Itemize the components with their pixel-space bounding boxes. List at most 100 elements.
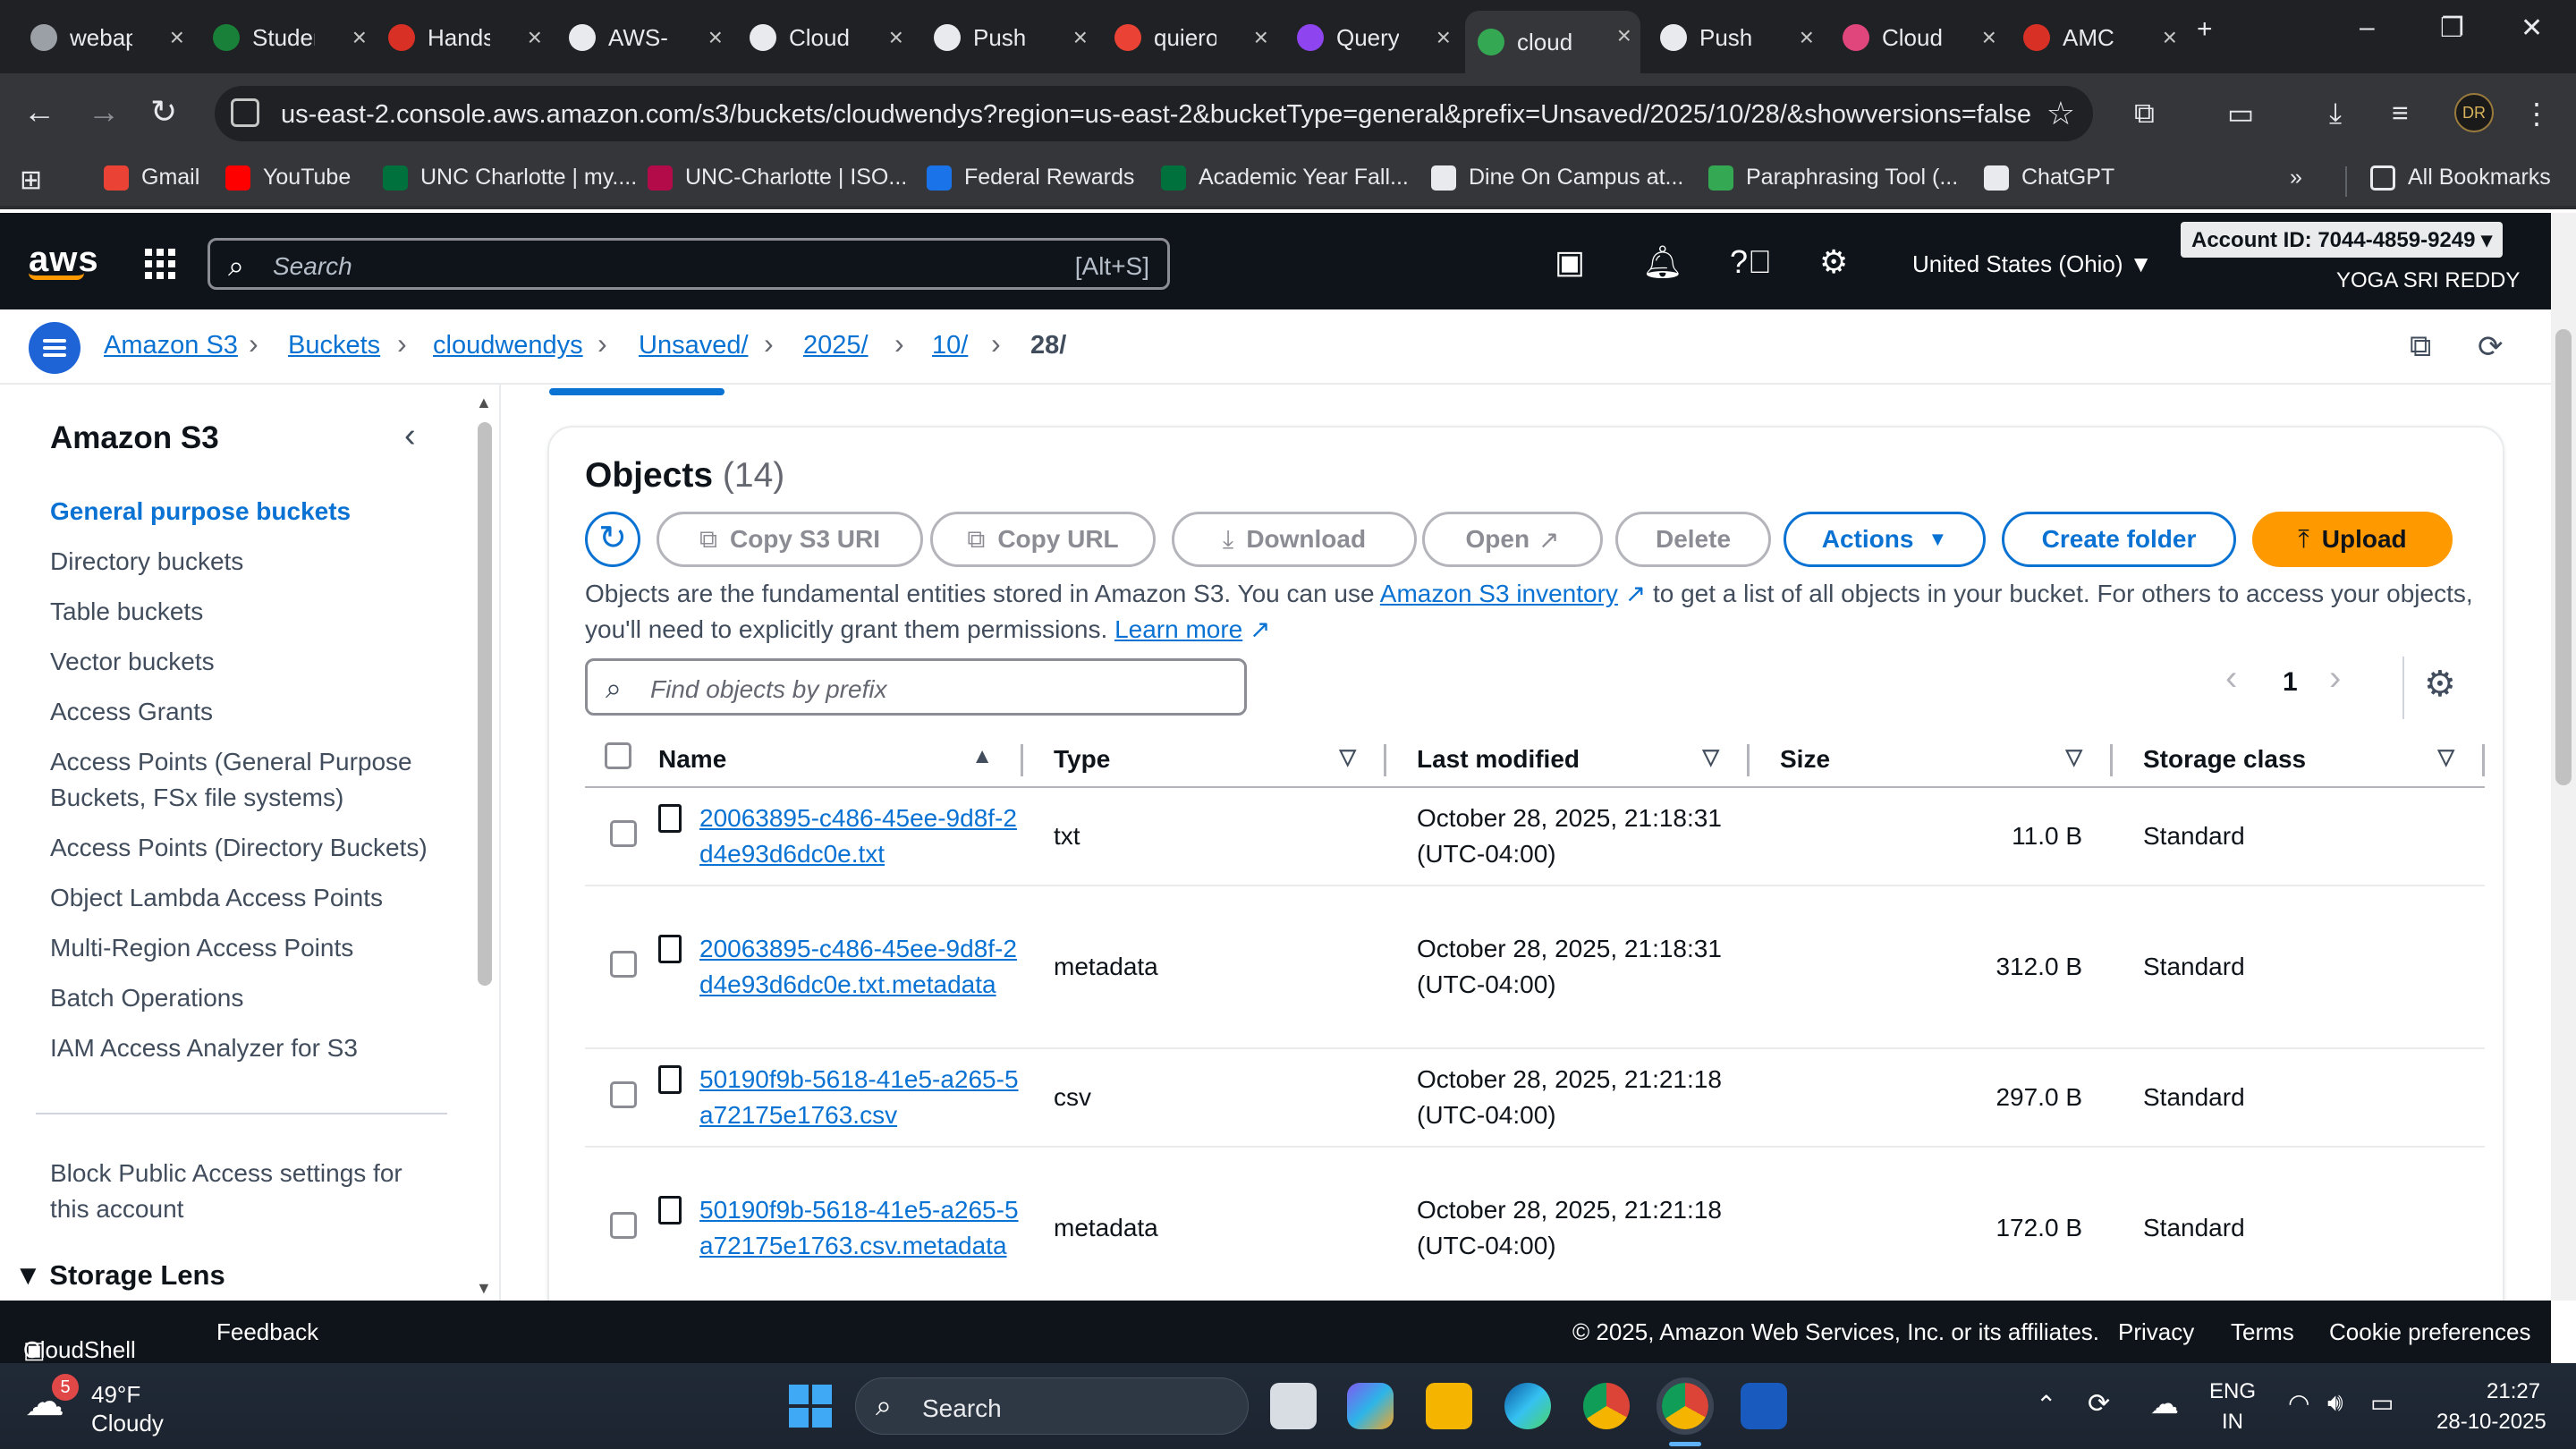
scroll-down-icon[interactable]: ▼ <box>476 1279 492 1298</box>
sidebar-item-access-points-directory[interactable]: Access Points (Directory Buckets) <box>50 830 444 866</box>
sync-icon[interactable]: ⟳ <box>2088 1388 2110 1419</box>
cloudshell-icon[interactable]: ▣ <box>1555 243 1585 281</box>
select-all-checkbox[interactable] <box>605 742 631 769</box>
chrome-icon[interactable] <box>1583 1383 1630 1429</box>
show-hidden-icons[interactable]: ⌃ <box>2036 1390 2056 1419</box>
sort-icon[interactable]: ▽ <box>1703 744 1719 770</box>
profile-avatar[interactable]: DR <box>2454 93 2494 132</box>
url-text[interactable]: us-east-2.console.aws.amazon.com/s3/buck… <box>281 100 2031 130</box>
restore-icon[interactable]: ❐ <box>2440 13 2464 44</box>
sidebar-item-block-public-access[interactable]: Block Public Access settings for this ac… <box>50 1156 444 1227</box>
sort-icon[interactable]: ▽ <box>2066 744 2082 770</box>
tab-close-icon[interactable]: × <box>352 23 367 52</box>
back-icon[interactable]: ← <box>23 93 55 131</box>
find-objects-input[interactable]: ⌕ Find objects by prefix <box>585 658 1247 716</box>
bookmark-item[interactable]: Federal Rewards <box>927 165 1134 191</box>
column-header-storage-class[interactable]: Storage class ▽ <box>2113 732 2485 788</box>
clock-time[interactable]: 21:27 <box>2487 1379 2540 1404</box>
actions-dropdown[interactable]: Actions ▼ <box>1784 512 1986 567</box>
copy-s3-uri-button[interactable]: ⧉ Copy S3 URI <box>657 512 923 567</box>
row-checkbox[interactable] <box>610 1211 637 1239</box>
table-row[interactable]: 50190f9b-5618-41e5-a265-5a72175e1763.csv… <box>585 1048 2485 1148</box>
tab-close-icon[interactable]: × <box>1254 23 1268 52</box>
column-header-type[interactable]: Type ▽ <box>1023 732 1386 788</box>
sidebar-scroll-thumb[interactable] <box>478 422 492 986</box>
object-name-link[interactable]: 20063895-c486-45ee-9d8f-2d4e93d6dc0e.txt… <box>699 931 1023 1003</box>
download-icon[interactable]: ⤓ <box>2329 97 2342 131</box>
column-header-size[interactable]: Size ▽ <box>1750 732 2113 788</box>
breadcrumb-10[interactable]: 10/ <box>932 331 968 360</box>
browser-tab[interactable]: AMC × <box>2011 13 2186 63</box>
sidebar-scrollbar[interactable]: ▲ ▼ <box>476 394 492 1297</box>
feedback-panel-icon[interactable]: ⟳ <box>2478 329 2504 365</box>
download-button[interactable]: ⤓ Download <box>1172 512 1417 567</box>
object-name-link[interactable]: 20063895-c486-45ee-9d8f-2d4e93d6dc0e.txt <box>699 801 1023 872</box>
copilot-icon[interactable] <box>1347 1383 1394 1429</box>
copy-url-button[interactable]: ⧉ Copy URL <box>930 512 1156 567</box>
browser-tab[interactable]: Push × <box>921 13 1097 63</box>
bookmark-item[interactable]: Academic Year Fall... <box>1161 165 1409 191</box>
settings-gear-icon[interactable]: ⚙ <box>1819 243 1848 281</box>
task-view-icon[interactable] <box>1270 1383 1317 1429</box>
browser-tab[interactable]: webapp × <box>18 13 193 63</box>
table-row[interactable]: 20063895-c486-45ee-9d8f-2d4e93d6dc0e.txt… <box>585 787 2485 886</box>
sidebar-item-iam-access-analyzer[interactable]: IAM Access Analyzer for S3 <box>50 1030 444 1066</box>
column-resizer[interactable] <box>2482 744 2485 776</box>
forward-icon[interactable]: → <box>88 93 120 131</box>
breadcrumb-buckets[interactable]: Buckets <box>288 331 380 360</box>
row-checkbox[interactable] <box>610 1080 637 1108</box>
sort-ascending-icon[interactable]: ▲ <box>971 744 993 769</box>
browser-tab[interactable]: Student × <box>200 13 376 63</box>
notifications-bell-icon[interactable]: 🔔︎ <box>1642 243 1683 281</box>
create-folder-button[interactable]: Create folder <box>2002 512 2236 567</box>
column-header-name[interactable]: Name ▲ <box>658 732 1023 788</box>
tab-close-icon[interactable]: × <box>1073 23 1088 52</box>
upload-button[interactable]: ⤒ Upload <box>2252 512 2453 567</box>
bookmark-item[interactable]: Dine On Campus at... <box>1431 165 1683 191</box>
refresh-button[interactable]: ↻ <box>585 512 640 567</box>
extensions-icon[interactable]: ⧉ <box>2134 97 2155 131</box>
object-name-link[interactable]: 50190f9b-5618-41e5-a265-5a72175e1763.csv… <box>699 1192 1023 1264</box>
tab-close-icon[interactable]: × <box>170 23 184 52</box>
sidebar-item-access-points-general[interactable]: Access Points (General Purpose Buckets, … <box>50 744 444 816</box>
sidebar-item-table-buckets[interactable]: Table buckets <box>50 594 444 630</box>
table-preferences-gear-icon[interactable]: ⚙ <box>2424 664 2456 705</box>
sidebar-item-batch-operations[interactable]: Batch Operations <box>50 980 444 1016</box>
new-tab-icon[interactable]: + <box>2197 14 2213 45</box>
page-scrollbar[interactable] <box>2551 213 2576 1301</box>
browser-tab[interactable]: Hands × <box>376 13 551 63</box>
sidebar-item-general-purpose-buckets[interactable]: General purpose buckets <box>50 494 444 530</box>
close-window-icon[interactable]: ✕ <box>2521 13 2543 44</box>
bookmark-item[interactable]: UNC Charlotte | my.... <box>383 165 637 191</box>
privacy-link[interactable]: Privacy <box>2118 1318 2194 1346</box>
browser-tab[interactable]: quiero × <box>1102 13 1277 63</box>
scroll-up-icon[interactable]: ▲ <box>476 394 492 412</box>
sort-icon[interactable]: ▽ <box>2438 744 2454 770</box>
reading-list-icon[interactable]: ≡ <box>2392 97 2409 130</box>
feedback-link[interactable]: Feedback <box>216 1318 318 1346</box>
tab-close-icon[interactable]: × <box>1617 21 1631 50</box>
weather-temp[interactable]: 49°F <box>91 1381 140 1409</box>
minimize-icon[interactable]: – <box>2360 13 2375 43</box>
battery-icon[interactable]: ▭ <box>2370 1388 2394 1418</box>
table-row[interactable]: 20063895-c486-45ee-9d8f-2d4e93d6dc0e.txt… <box>585 886 2485 1049</box>
start-windows-icon[interactable] <box>787 1383 834 1429</box>
browser-tab[interactable]: Query × <box>1284 13 1460 63</box>
browser-tab[interactable]: Cloud × <box>1830 13 2005 63</box>
sidebar-item-directory-buckets[interactable]: Directory buckets <box>50 544 444 580</box>
language-code[interactable]: ENG <box>2209 1379 2256 1404</box>
tab-close-icon[interactable]: × <box>1436 23 1451 52</box>
tab-close-icon[interactable]: × <box>1800 23 1814 52</box>
breadcrumb-2025[interactable]: 2025/ <box>803 331 869 360</box>
cast-icon[interactable]: ▭ <box>2227 97 2254 131</box>
browser-tab[interactable]: Push × <box>1648 13 1823 63</box>
bookmark-star-icon[interactable]: ☆ <box>2046 95 2075 132</box>
edge-browser-icon[interactable] <box>1504 1383 1551 1429</box>
chrome-active-icon[interactable] <box>1657 1377 1714 1435</box>
more-bookmarks-chevron-icon[interactable]: » <box>2290 165 2302 191</box>
browser-tab[interactable]: cloud × <box>1465 11 1640 73</box>
hamburger-menu-icon[interactable] <box>29 322 80 374</box>
taskbar-search[interactable]: ⌕ Search <box>855 1377 1249 1435</box>
sidebar-item-object-lambda[interactable]: Object Lambda Access Points <box>50 880 444 916</box>
tab-close-icon[interactable]: × <box>2163 23 2177 52</box>
